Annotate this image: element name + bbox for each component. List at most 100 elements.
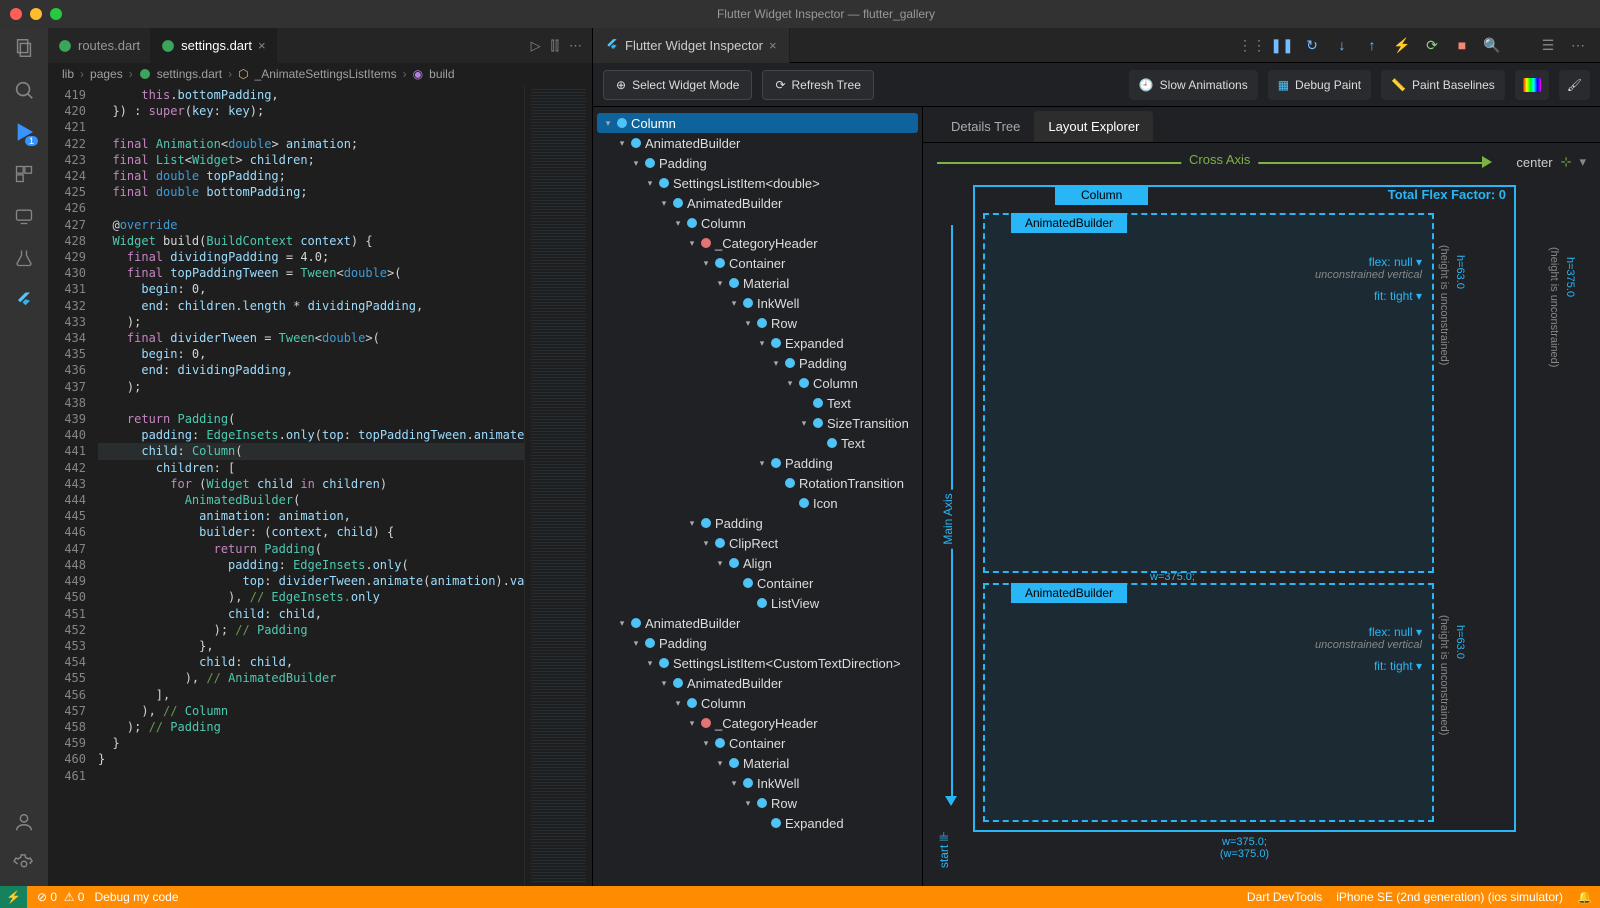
color-picker-button[interactable] — [1515, 70, 1549, 100]
tree-node[interactable]: Icon — [597, 493, 918, 513]
editor-split-icon[interactable]: ⫿⫿ — [551, 38, 559, 54]
tree-node[interactable]: ▾Padding — [597, 633, 918, 653]
minimap[interactable] — [524, 85, 592, 886]
flex-select[interactable]: flex: null ▾ — [1315, 625, 1422, 639]
tree-node[interactable]: ▾Padding — [597, 353, 918, 373]
cross-axis-alignment-select[interactable]: center ⊹ ▾ — [1516, 154, 1586, 170]
tree-node[interactable]: ▾Align — [597, 553, 918, 573]
select-widget-button[interactable]: ⊕Select Widget Mode — [603, 70, 752, 100]
tree-node[interactable]: ▾SizeTransition — [597, 413, 918, 433]
tab-routes[interactable]: routes.dart — [48, 28, 151, 63]
status-device[interactable]: iPhone SE (2nd generation) (ios simulato… — [1336, 890, 1563, 904]
tree-node[interactable]: ▾ClipRect — [597, 533, 918, 553]
drag-handle-icon[interactable]: ⋮⋮ — [1240, 33, 1264, 57]
status-errors[interactable]: ⊘ 0 ⚠ 0 — [37, 890, 85, 904]
tree-node[interactable]: RotationTransition — [597, 473, 918, 493]
tree-node[interactable]: Expanded — [597, 813, 918, 833]
tree-node[interactable]: ▾SettingsListItem<double> — [597, 173, 918, 193]
tree-node[interactable]: ▾Column — [597, 373, 918, 393]
widget-tree[interactable]: ▾Column▾AnimatedBuilder▾Padding▾Settings… — [593, 107, 923, 886]
breadcrumb[interactable]: lib› pages› settings.dart› ⬡ _AnimateSet… — [48, 63, 592, 85]
slow-animations-button[interactable]: 🕘Slow Animations — [1129, 70, 1258, 100]
inspector-tab[interactable]: Flutter Widget Inspector × — [593, 28, 790, 63]
tree-node[interactable]: ▾InkWell — [597, 293, 918, 313]
tree-node[interactable]: ▾InkWell — [597, 773, 918, 793]
tree-node[interactable]: ▾_CategoryHeader — [597, 713, 918, 733]
hot-reload-icon[interactable]: ⚡ — [1390, 33, 1414, 57]
tab-details-tree[interactable]: Details Tree — [937, 111, 1034, 142]
close-icon[interactable]: × — [769, 38, 777, 53]
debug-paint-button[interactable]: ▦Debug Paint — [1268, 70, 1371, 100]
editor-more-icon[interactable]: ⋯ — [569, 38, 582, 54]
platform-brightness-button[interactable]: 🖌 — [1559, 70, 1590, 100]
tree-node[interactable]: ▾_CategoryHeader — [597, 233, 918, 253]
activity-bar: 1 — [0, 28, 48, 886]
tree-node[interactable]: ▾Column — [597, 113, 918, 133]
outer-width-label: w=375.0; (w=375.0) — [973, 836, 1516, 860]
files-icon[interactable] — [12, 36, 36, 60]
search-icon[interactable] — [12, 78, 36, 102]
window-zoom[interactable] — [50, 8, 62, 20]
tree-node[interactable]: ▾AnimatedBuilder — [597, 613, 918, 633]
tree-node[interactable]: ▾Padding — [597, 513, 918, 533]
settings-icon[interactable] — [12, 852, 36, 876]
tab-layout-explorer[interactable]: Layout Explorer — [1034, 111, 1153, 142]
paint-baselines-button[interactable]: 📏Paint Baselines — [1381, 70, 1505, 100]
step-into-icon[interactable]: ↓ — [1330, 33, 1354, 57]
tree-node[interactable]: ▾Container — [597, 733, 918, 753]
tree-node[interactable]: Text — [597, 393, 918, 413]
tree-node[interactable]: Container — [597, 573, 918, 593]
status-devtools[interactable]: Dart DevTools — [1247, 890, 1322, 904]
stop-icon[interactable]: ■ — [1450, 33, 1474, 57]
tree-node[interactable]: ▾Row — [597, 793, 918, 813]
tree-node[interactable]: ▾Material — [597, 753, 918, 773]
step-out-icon[interactable]: ↑ — [1360, 33, 1384, 57]
editor-run-icon[interactable]: ▷ — [531, 38, 541, 54]
layout-child-1[interactable]: AnimatedBuilder flex: null ▾ unconstrain… — [983, 213, 1434, 573]
tree-node[interactable]: ▾AnimatedBuilder — [597, 133, 918, 153]
layout-column-frame[interactable]: Column Total Flex Factor: 0 AnimatedBuil… — [973, 185, 1516, 832]
tab-settings[interactable]: settings.dart × — [151, 28, 276, 63]
tree-node[interactable]: ▾Container — [597, 253, 918, 273]
debug-icon[interactable]: 1 — [12, 120, 36, 144]
code-area[interactable]: this.bottomPadding, }) : super(key: key)… — [98, 85, 524, 886]
tree-node[interactable]: Text — [597, 433, 918, 453]
tree-node[interactable]: ▾Expanded — [597, 333, 918, 353]
remote-indicator[interactable]: ⚡ — [0, 886, 27, 908]
flex-select[interactable]: flex: null ▾ — [1315, 255, 1422, 269]
tab-label: routes.dart — [78, 38, 140, 53]
main-axis-alignment-select[interactable]: start ⊪ — [937, 831, 951, 868]
fit-select[interactable]: fit: tight ▾ — [1315, 659, 1422, 673]
tree-node[interactable]: ▾Column — [597, 693, 918, 713]
tree-node[interactable]: ▾Padding — [597, 453, 918, 473]
extensions-icon[interactable] — [12, 162, 36, 186]
tree-node[interactable]: ▾Padding — [597, 153, 918, 173]
layout-child-2[interactable]: AnimatedBuilder flex: null ▾ unconstrain… — [983, 583, 1434, 822]
fit-select[interactable]: fit: tight ▾ — [1315, 289, 1422, 303]
refresh-tree-button[interactable]: ⟳Refresh Tree — [762, 70, 873, 100]
tree-node[interactable]: ListView — [597, 593, 918, 613]
devtools-icon[interactable]: 🔍 — [1480, 33, 1504, 57]
tree-node[interactable]: ▾AnimatedBuilder — [597, 193, 918, 213]
step-over-icon[interactable]: ↻ — [1300, 33, 1324, 57]
tree-node[interactable]: ▾SettingsListItem<CustomTextDirection> — [597, 653, 918, 673]
panel-more-icon[interactable]: ⋯ — [1566, 33, 1590, 57]
remote-icon[interactable] — [12, 204, 36, 228]
debug-toolbar: ⋮⋮ ❚❚ ↻ ↓ ↑ ⚡ ⟳ ■ 🔍 ☰ ⋯ — [1240, 33, 1600, 57]
panel-layout-icon[interactable]: ☰ — [1536, 33, 1560, 57]
window-close[interactable] — [10, 8, 22, 20]
test-icon[interactable] — [12, 246, 36, 270]
window-minimize[interactable] — [30, 8, 42, 20]
tree-node[interactable]: ▾Row — [597, 313, 918, 333]
pause-icon[interactable]: ❚❚ — [1270, 33, 1294, 57]
restart-icon[interactable]: ⟳ — [1420, 33, 1444, 57]
notifications-icon[interactable]: 🔔 — [1577, 890, 1592, 904]
flutter-icon[interactable] — [12, 288, 36, 312]
tab-close-icon[interactable]: × — [258, 38, 266, 53]
tree-node[interactable]: ▾Material — [597, 273, 918, 293]
tree-node[interactable]: ▾Column — [597, 213, 918, 233]
tree-node[interactable]: ▾AnimatedBuilder — [597, 673, 918, 693]
total-flex-label: Total Flex Factor: 0 — [1388, 187, 1506, 202]
status-debug[interactable]: Debug my code — [94, 890, 178, 904]
account-icon[interactable] — [12, 810, 36, 834]
